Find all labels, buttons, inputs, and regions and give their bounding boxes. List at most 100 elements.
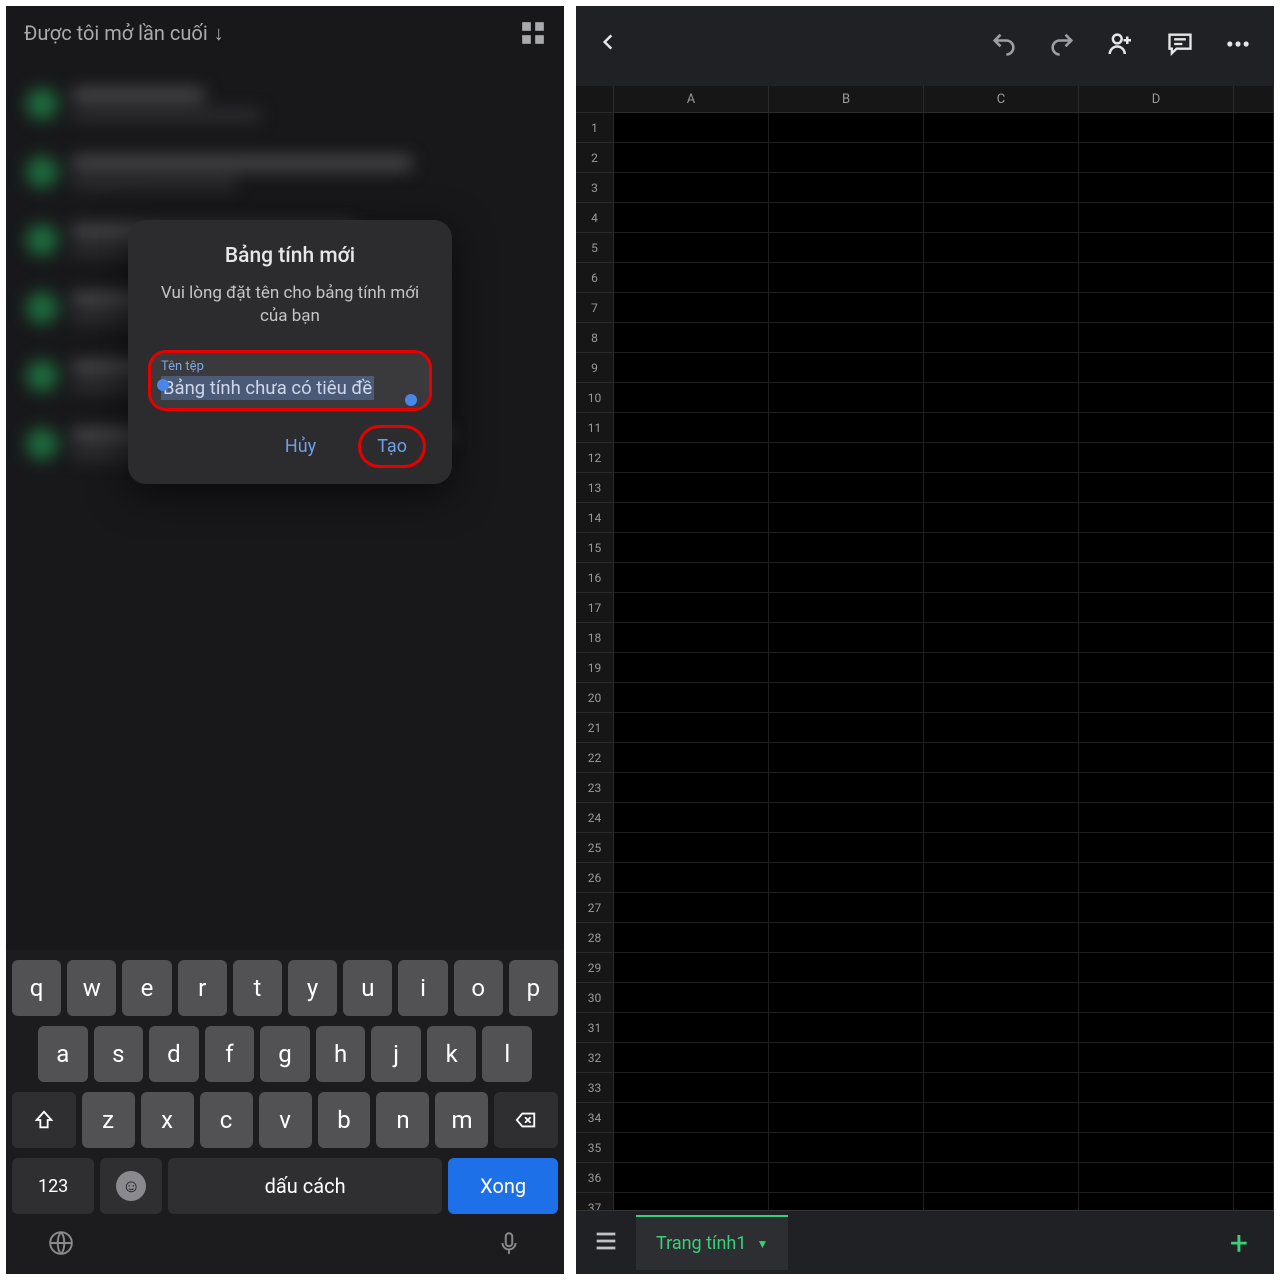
cell[interactable] bbox=[614, 923, 769, 953]
cell[interactable] bbox=[614, 443, 769, 473]
row-header-25[interactable]: 25 bbox=[576, 833, 614, 863]
spreadsheet-grid[interactable]: ABCD 12345678910111213141516171819202122… bbox=[576, 86, 1274, 1210]
cell[interactable] bbox=[1234, 503, 1274, 533]
key-e[interactable]: e bbox=[122, 960, 171, 1016]
cell[interactable] bbox=[1234, 863, 1274, 893]
cell[interactable] bbox=[1234, 143, 1274, 173]
cell[interactable] bbox=[1079, 413, 1234, 443]
cell[interactable] bbox=[769, 263, 924, 293]
cell[interactable] bbox=[1234, 1193, 1274, 1210]
cell[interactable] bbox=[614, 893, 769, 923]
cell[interactable] bbox=[614, 473, 769, 503]
cell[interactable] bbox=[1234, 263, 1274, 293]
row-header-13[interactable]: 13 bbox=[576, 473, 614, 503]
cell[interactable] bbox=[614, 113, 769, 143]
cell[interactable] bbox=[769, 803, 924, 833]
cell[interactable] bbox=[614, 503, 769, 533]
cell[interactable] bbox=[924, 1163, 1079, 1193]
row-header-31[interactable]: 31 bbox=[576, 1013, 614, 1043]
cell[interactable] bbox=[1079, 503, 1234, 533]
cell[interactable] bbox=[769, 233, 924, 263]
cell[interactable] bbox=[769, 1193, 924, 1210]
arrow-down-icon[interactable]: ↓ bbox=[214, 21, 224, 46]
cell[interactable] bbox=[1234, 443, 1274, 473]
cell[interactable] bbox=[1079, 113, 1234, 143]
row-header-7[interactable]: 7 bbox=[576, 293, 614, 323]
cell[interactable] bbox=[1234, 1103, 1274, 1133]
key-t[interactable]: t bbox=[233, 960, 282, 1016]
key-h[interactable]: h bbox=[316, 1026, 366, 1082]
cell[interactable] bbox=[1079, 683, 1234, 713]
filename-field[interactable]: Tên tệp Bảng tính chưa có tiêu đề bbox=[148, 350, 432, 411]
cell[interactable] bbox=[924, 833, 1079, 863]
cell[interactable] bbox=[924, 713, 1079, 743]
cell[interactable] bbox=[1079, 953, 1234, 983]
cell[interactable] bbox=[614, 803, 769, 833]
cell[interactable] bbox=[1079, 383, 1234, 413]
cell[interactable] bbox=[769, 323, 924, 353]
globe-icon[interactable] bbox=[48, 1230, 74, 1260]
row-header-22[interactable]: 22 bbox=[576, 743, 614, 773]
cell[interactable] bbox=[924, 893, 1079, 923]
cell[interactable] bbox=[924, 293, 1079, 323]
key-r[interactable]: r bbox=[178, 960, 227, 1016]
column-header-A[interactable]: A bbox=[614, 86, 769, 112]
cell[interactable] bbox=[1234, 983, 1274, 1013]
cell[interactable] bbox=[614, 773, 769, 803]
emoji-key[interactable]: ☺ bbox=[100, 1158, 162, 1214]
cell[interactable] bbox=[1234, 323, 1274, 353]
cell[interactable] bbox=[1234, 653, 1274, 683]
cell[interactable] bbox=[1079, 1013, 1234, 1043]
cell[interactable] bbox=[1234, 803, 1274, 833]
cell[interactable] bbox=[769, 623, 924, 653]
cell[interactable] bbox=[769, 593, 924, 623]
row-header-1[interactable]: 1 bbox=[576, 113, 614, 143]
key-k[interactable]: k bbox=[427, 1026, 477, 1082]
key-q[interactable]: q bbox=[12, 960, 61, 1016]
key-x[interactable]: x bbox=[141, 1092, 194, 1148]
row-header-24[interactable]: 24 bbox=[576, 803, 614, 833]
cell[interactable] bbox=[1234, 953, 1274, 983]
mic-icon[interactable] bbox=[496, 1230, 522, 1260]
filename-input[interactable]: Bảng tính chưa có tiêu đề bbox=[161, 376, 374, 400]
key-c[interactable]: c bbox=[200, 1092, 253, 1148]
cell[interactable] bbox=[1234, 413, 1274, 443]
shift-key[interactable] bbox=[12, 1092, 76, 1148]
cell[interactable] bbox=[924, 1103, 1079, 1133]
cell[interactable] bbox=[1234, 203, 1274, 233]
cell[interactable] bbox=[614, 833, 769, 863]
row-header-10[interactable]: 10 bbox=[576, 383, 614, 413]
key-f[interactable]: f bbox=[205, 1026, 255, 1082]
cell[interactable] bbox=[1079, 323, 1234, 353]
row-header-21[interactable]: 21 bbox=[576, 713, 614, 743]
back-icon[interactable] bbox=[598, 28, 618, 64]
cell[interactable] bbox=[924, 383, 1079, 413]
cell[interactable] bbox=[1234, 1133, 1274, 1163]
cell[interactable] bbox=[1079, 233, 1234, 263]
row-header-29[interactable]: 29 bbox=[576, 953, 614, 983]
cell[interactable] bbox=[614, 143, 769, 173]
key-l[interactable]: l bbox=[482, 1026, 532, 1082]
cell[interactable] bbox=[1234, 1043, 1274, 1073]
cell[interactable] bbox=[614, 743, 769, 773]
cell[interactable] bbox=[614, 713, 769, 743]
row-header-36[interactable]: 36 bbox=[576, 1163, 614, 1193]
cell[interactable] bbox=[614, 353, 769, 383]
cell[interactable] bbox=[614, 623, 769, 653]
cell[interactable] bbox=[924, 803, 1079, 833]
cell[interactable] bbox=[1079, 593, 1234, 623]
cell[interactable] bbox=[769, 923, 924, 953]
cell[interactable] bbox=[924, 1193, 1079, 1210]
cell[interactable] bbox=[614, 1193, 769, 1210]
cell[interactable] bbox=[614, 1163, 769, 1193]
cell[interactable] bbox=[924, 953, 1079, 983]
cell[interactable] bbox=[769, 173, 924, 203]
cell[interactable] bbox=[1234, 773, 1274, 803]
row-header-27[interactable]: 27 bbox=[576, 893, 614, 923]
cell[interactable] bbox=[1079, 1193, 1234, 1210]
cell[interactable] bbox=[924, 263, 1079, 293]
cell[interactable] bbox=[769, 413, 924, 443]
cell[interactable] bbox=[924, 323, 1079, 353]
row-header-16[interactable]: 16 bbox=[576, 563, 614, 593]
cell[interactable] bbox=[1234, 353, 1274, 383]
